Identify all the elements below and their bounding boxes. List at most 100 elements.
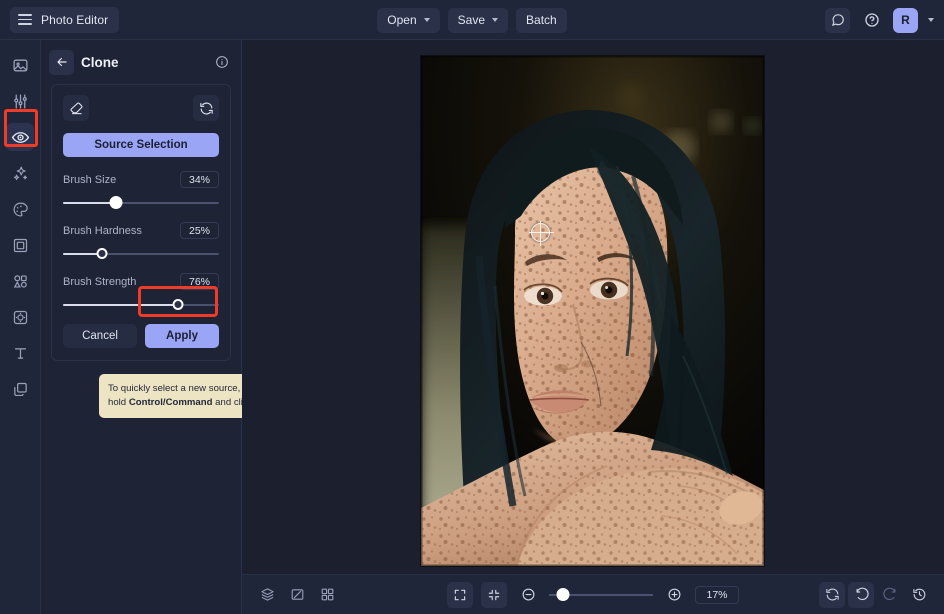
sidebar-item-image[interactable]	[6, 51, 34, 79]
sliders-icon	[12, 93, 29, 110]
refresh-icon	[199, 101, 214, 116]
shapes-icon	[12, 273, 29, 290]
layers-stack-icon	[260, 587, 275, 602]
bottom-toolbar: 17%	[242, 574, 944, 614]
image-icon	[12, 57, 29, 74]
app-menu-button[interactable]: Photo Editor	[10, 6, 120, 33]
clone-tool-row	[63, 95, 219, 121]
bottom-right-tools	[819, 581, 932, 608]
source-selection-button[interactable]: Source Selection	[63, 133, 219, 157]
chevron-down-icon[interactable]	[928, 18, 934, 22]
layers-panel-button[interactable]	[254, 582, 280, 608]
brush-size-header: Brush Size 34%	[63, 171, 219, 188]
save-button-label: Save	[457, 13, 486, 27]
brush-strength-value: 76%	[179, 273, 219, 290]
feedback-button[interactable]	[825, 7, 850, 33]
zoom-slider-handle[interactable]	[556, 587, 570, 601]
zoom-in-button[interactable]	[661, 582, 687, 608]
sidebar-item-layers[interactable]	[6, 375, 34, 403]
open-button[interactable]: Open	[377, 7, 440, 33]
actual-size-icon	[487, 588, 501, 602]
brush-strength-slider[interactable]	[63, 299, 219, 311]
effects-icon	[12, 309, 29, 326]
brush-hardness-control: Brush Hardness 25%	[63, 222, 219, 260]
clone-brush-button[interactable]	[63, 95, 89, 121]
brush-size-fill	[63, 202, 117, 204]
undo-button[interactable]	[848, 581, 874, 608]
fit-screen-icon	[453, 588, 467, 602]
text-icon	[12, 345, 29, 362]
bottom-left-tools	[254, 582, 340, 608]
cancel-button[interactable]: Cancel	[63, 324, 137, 348]
sidebar-item-shapes[interactable]	[6, 267, 34, 295]
help-button[interactable]	[859, 8, 884, 33]
comment-icon	[831, 13, 845, 27]
batch-button-label: Batch	[526, 13, 557, 27]
zoom-out-button[interactable]	[515, 582, 541, 608]
brush-size-value: 34%	[179, 171, 219, 188]
reset-view-button[interactable]	[819, 581, 845, 608]
sidebar-item-retouch[interactable]	[6, 123, 34, 151]
zoom-in-icon	[667, 587, 682, 602]
avatar[interactable]: R	[893, 7, 918, 33]
brush-strength-label: Brush Strength	[63, 275, 137, 288]
zoom-out-icon	[521, 587, 536, 602]
open-button-label: Open	[387, 13, 417, 27]
tool-rail	[0, 40, 41, 614]
clone-tool-panel: Clone Source Selection Brush Size 34% Br…	[41, 40, 266, 614]
compare-icon	[290, 587, 305, 602]
chevron-down-icon	[423, 18, 430, 22]
hamburger-icon	[18, 14, 32, 25]
photo-editor-app: Photo Editor Open Save Batch R Clone Sou…	[0, 0, 944, 614]
photo-container[interactable]	[421, 56, 764, 566]
brush-size-label: Brush Size	[63, 173, 117, 186]
brush-strength-fill	[63, 304, 179, 306]
back-button[interactable]	[49, 49, 74, 75]
zoom-slider[interactable]	[549, 587, 653, 601]
brush-size-slider[interactable]	[63, 196, 219, 209]
chevron-down-icon	[492, 18, 499, 22]
top-right-actions: R	[825, 0, 934, 40]
top-toolbar: Photo Editor Open Save Batch R	[0, 0, 944, 40]
tooltip-text-emphasis: Control/Command	[128, 396, 213, 408]
batch-button[interactable]: Batch	[516, 7, 567, 33]
sidebar-item-frame[interactable]	[6, 231, 34, 259]
apply-button[interactable]: Apply	[145, 324, 219, 348]
undo-icon	[854, 587, 869, 602]
sidebar-item-effects[interactable]	[6, 303, 34, 331]
eye-icon	[11, 128, 30, 147]
history-button[interactable]	[906, 582, 932, 608]
fit-screen-button[interactable]	[447, 581, 473, 608]
eraser-icon	[69, 101, 84, 116]
sidebar-item-ai-tools[interactable]	[6, 159, 34, 187]
info-circle-icon[interactable]	[215, 55, 229, 69]
portrait-photo	[421, 56, 764, 566]
frame-icon	[12, 237, 29, 254]
help-circle-icon	[864, 12, 880, 28]
zoom-level-value: 17%	[695, 585, 739, 604]
actual-size-button[interactable]	[481, 581, 507, 608]
brush-size-handle[interactable]	[109, 196, 123, 209]
save-button[interactable]: Save	[447, 7, 509, 33]
sidebar-item-color[interactable]	[6, 195, 34, 223]
brush-hardness-slider[interactable]	[63, 248, 219, 260]
brush-strength-handle[interactable]	[172, 299, 184, 310]
grid-button[interactable]	[314, 582, 340, 608]
layers-icon	[12, 381, 29, 398]
app-title: Photo Editor	[41, 12, 109, 27]
brush-hardness-handle[interactable]	[96, 248, 108, 259]
sidebar-item-adjust[interactable]	[6, 87, 34, 115]
compare-button[interactable]	[284, 582, 310, 608]
reset-clone-button[interactable]	[193, 95, 219, 121]
brush-strength-header: Brush Strength 76%	[63, 273, 219, 290]
page-title: Clone	[81, 54, 119, 70]
brush-hardness-label: Brush Hardness	[63, 224, 142, 237]
sparkles-icon	[12, 165, 29, 182]
hint-tooltip: To quickly select a new source, hold Con…	[99, 374, 266, 418]
history-icon	[912, 587, 927, 602]
panel-header: Clone	[41, 40, 241, 84]
sidebar-item-text[interactable]	[6, 339, 34, 367]
redo-button[interactable]	[877, 582, 903, 608]
brush-strength-control: Brush Strength 76%	[63, 273, 219, 311]
image-canvas[interactable]	[242, 40, 944, 574]
